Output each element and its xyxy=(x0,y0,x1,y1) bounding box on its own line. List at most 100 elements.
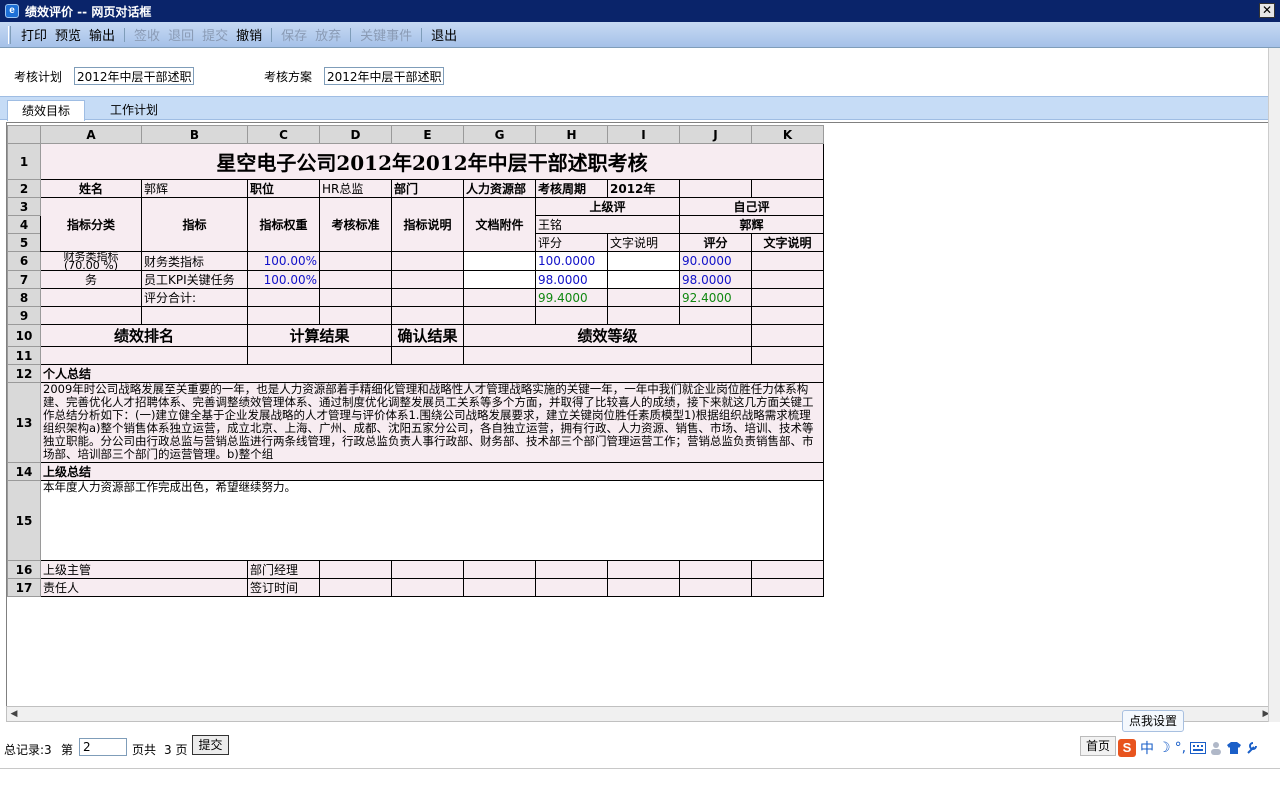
cell[interactable] xyxy=(679,560,752,579)
tab-performance-goals[interactable]: 绩效目标 xyxy=(7,100,85,121)
cell[interactable] xyxy=(463,560,536,579)
category-cell[interactable]: 务 xyxy=(40,270,142,289)
cell[interactable] xyxy=(679,306,752,325)
cell[interactable] xyxy=(319,578,392,597)
cell[interactable] xyxy=(607,578,680,597)
attachment-cell[interactable] xyxy=(463,270,536,289)
cell[interactable] xyxy=(535,560,608,579)
page-number-input[interactable] xyxy=(79,738,127,756)
indicator-cell[interactable]: 员工KPI关键任务 xyxy=(141,270,248,289)
column-header[interactable]: J xyxy=(679,125,752,144)
vertical-scrollbar[interactable] xyxy=(1268,48,1280,722)
cell[interactable] xyxy=(607,560,680,579)
dept-value[interactable]: 人力资源部 xyxy=(463,179,536,198)
submit-toolbar-button[interactable]: 提交 xyxy=(198,25,232,44)
row-header[interactable]: 8 xyxy=(7,288,41,307)
cell[interactable] xyxy=(607,306,680,325)
row-header[interactable]: 12 xyxy=(7,364,41,383)
rank-value[interactable] xyxy=(40,346,248,365)
cell[interactable] xyxy=(535,306,608,325)
tab-work-plan[interactable]: 工作计划 xyxy=(98,100,170,121)
cell[interactable] xyxy=(40,288,142,307)
self-score-cell[interactable]: 98.0000 xyxy=(679,270,752,289)
cell[interactable] xyxy=(751,578,824,597)
cell[interactable] xyxy=(40,306,142,325)
row-header[interactable]: 3 xyxy=(7,197,41,216)
cell[interactable] xyxy=(679,179,752,198)
plan-select[interactable] xyxy=(74,67,194,85)
cell[interactable] xyxy=(391,560,464,579)
calc-result-value[interactable] xyxy=(247,346,392,365)
row-header[interactable]: 13 xyxy=(7,382,41,463)
key-event-button[interactable]: 关键事件 xyxy=(356,25,416,44)
superior-text-cell[interactable] xyxy=(607,270,680,289)
cell[interactable] xyxy=(463,578,536,597)
moon-icon[interactable]: ☽ xyxy=(1158,740,1171,756)
cell[interactable] xyxy=(391,306,464,325)
cell[interactable] xyxy=(751,560,824,579)
row-header[interactable]: 16 xyxy=(7,560,41,579)
category-cell[interactable]: 财务类指标 (70.00 %) xyxy=(40,251,142,271)
exit-button[interactable]: 退出 xyxy=(427,25,461,44)
cell[interactable] xyxy=(463,306,536,325)
row-header[interactable]: 6 xyxy=(7,251,41,271)
user-icon[interactable] xyxy=(1210,741,1222,755)
cell[interactable] xyxy=(247,306,320,325)
self-text-cell[interactable] xyxy=(751,251,824,271)
preview-button[interactable]: 预览 xyxy=(51,25,85,44)
first-page-button[interactable]: 首页 xyxy=(1080,736,1116,756)
revoke-button[interactable]: 撤销 xyxy=(232,25,266,44)
row-header[interactable]: 17 xyxy=(7,578,41,597)
return-button[interactable]: 退回 xyxy=(164,25,198,44)
row-header[interactable]: 15 xyxy=(7,480,41,561)
row-header[interactable]: 5 xyxy=(7,233,41,252)
column-header[interactable]: D xyxy=(319,125,392,144)
cell[interactable] xyxy=(607,288,680,307)
print-button[interactable]: 打印 xyxy=(17,25,51,44)
standard-cell[interactable] xyxy=(319,270,392,289)
cell[interactable] xyxy=(391,288,464,307)
cell[interactable] xyxy=(319,288,392,307)
save-button[interactable]: 保存 xyxy=(277,25,311,44)
standard-cell[interactable] xyxy=(319,251,392,271)
row-header[interactable]: 11 xyxy=(7,346,41,365)
row-header[interactable]: 10 xyxy=(7,324,41,347)
self-score-cell[interactable]: 90.0000 xyxy=(679,251,752,271)
scheme-select[interactable] xyxy=(324,67,444,85)
export-button[interactable]: 输出 xyxy=(85,25,119,44)
superior-score-cell[interactable]: 98.0000 xyxy=(535,270,608,289)
description-cell[interactable] xyxy=(391,251,464,271)
row-header[interactable]: 4 xyxy=(7,215,41,234)
weight-cell[interactable]: 100.00% xyxy=(247,270,320,289)
sheet-title[interactable]: 星空电子公司2012年2012年中层干部述职考核 xyxy=(40,143,824,180)
cell[interactable] xyxy=(463,288,536,307)
superior-score-cell[interactable]: 100.0000 xyxy=(535,251,608,271)
horizontal-scrollbar[interactable]: ◀ ▶ xyxy=(6,706,1274,722)
cell[interactable] xyxy=(319,560,392,579)
punctuation-icon[interactable]: °, xyxy=(1175,740,1186,756)
discard-button[interactable]: 放弃 xyxy=(311,25,345,44)
superior-total-cell[interactable]: 99.4000 xyxy=(535,288,608,307)
description-cell[interactable] xyxy=(391,270,464,289)
superior-summary-text[interactable]: 本年度人力资源部工作完成出色，希望继续努力。 xyxy=(40,480,824,561)
ime-mode-label[interactable]: 中 xyxy=(1140,738,1154,758)
cell[interactable] xyxy=(141,306,248,325)
cell[interactable] xyxy=(391,578,464,597)
personal-summary-text[interactable]: 2009年时公司战略发展至关重要的一年，也是人力资源部着手精细化管理和战略性人才… xyxy=(40,382,824,463)
grade-value[interactable] xyxy=(463,346,752,365)
attachment-cell[interactable] xyxy=(463,251,536,271)
column-header[interactable]: G xyxy=(463,125,536,144)
scroll-left-icon[interactable]: ◀ xyxy=(8,709,20,720)
weight-cell[interactable]: 100.00% xyxy=(247,251,320,271)
close-icon[interactable]: ✕ xyxy=(1259,3,1275,18)
cell[interactable] xyxy=(535,578,608,597)
self-total-cell[interactable]: 92.4000 xyxy=(679,288,752,307)
position-value[interactable]: HR总监 xyxy=(319,179,392,198)
period-value[interactable]: 2012年 xyxy=(607,179,680,198)
sign-button[interactable]: 签收 xyxy=(130,25,164,44)
column-header[interactable]: I xyxy=(607,125,680,144)
cell[interactable] xyxy=(319,306,392,325)
cell[interactable] xyxy=(751,306,824,325)
cell[interactable] xyxy=(751,179,824,198)
name-value[interactable]: 郭辉 xyxy=(141,179,248,198)
